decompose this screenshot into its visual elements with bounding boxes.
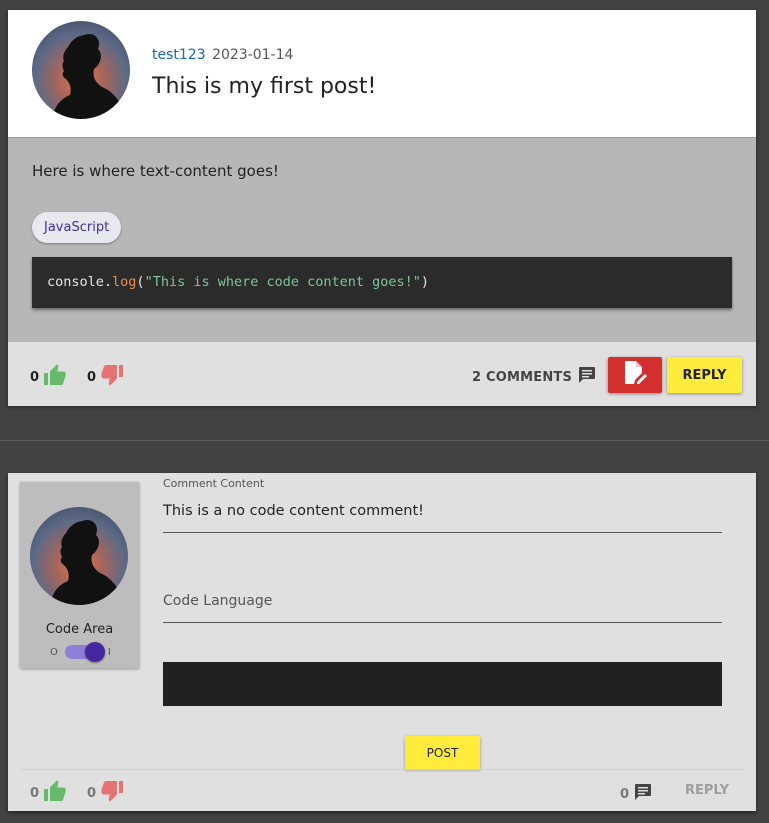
post-comment-button[interactable]: POST	[405, 736, 480, 769]
avatar	[30, 507, 128, 605]
comment-dislike-count: 0	[87, 785, 97, 801]
comment-dislike-button[interactable]: 0	[87, 780, 124, 806]
post-date: 2023-01-14	[212, 47, 294, 63]
thumbs-up-icon	[43, 364, 67, 390]
code-open-paren: (	[136, 274, 145, 290]
dislike-button[interactable]: 0	[87, 364, 124, 390]
footer-divider	[20, 769, 744, 770]
comment-content-underline	[163, 532, 722, 533]
post-meta: test123 2023-01-14	[152, 47, 293, 63]
comments-button[interactable]: 2 COMMENTS	[472, 366, 596, 388]
code-string: "This is where code content goes!"	[144, 274, 421, 290]
thumbs-up-icon	[43, 780, 67, 806]
code-prefix: console.	[47, 274, 113, 290]
thumbs-down-icon	[100, 780, 124, 806]
edit-document-icon	[623, 360, 647, 390]
toggle-on-label: I	[107, 646, 111, 658]
code-block: console.log("This is where code content …	[32, 257, 732, 308]
code-area-label: Code Area	[45, 622, 114, 637]
comment-like-count: 0	[30, 785, 40, 801]
comment-side-panel: Code Area O I	[20, 482, 139, 668]
toggle-track[interactable]	[64, 642, 105, 662]
thumbs-down-icon	[100, 364, 124, 390]
edit-post-button[interactable]	[608, 357, 662, 393]
like-count: 0	[30, 369, 40, 385]
avatar	[32, 21, 130, 119]
toggle-knob[interactable]	[84, 642, 105, 662]
dislike-count: 0	[87, 369, 97, 385]
comment-like-button[interactable]: 0	[30, 780, 67, 806]
reply-button[interactable]: REPLY	[667, 357, 742, 393]
post-header: test123 2023-01-14 This is my first post…	[8, 10, 756, 138]
divider	[0, 440, 769, 441]
comments-label: 2 COMMENTS	[472, 369, 573, 385]
comment-content-input[interactable]: This is a no code content comment!	[163, 503, 424, 519]
code-language-underline	[163, 622, 722, 623]
comment-reply-count[interactable]: 0	[620, 783, 652, 805]
code-function: log	[112, 274, 137, 290]
comment-form-card: Code Area O I Comment Content This is a …	[8, 473, 756, 811]
comment-icon	[578, 366, 596, 388]
post-card: test123 2023-01-14 This is my first post…	[8, 10, 756, 406]
comment-reply-button[interactable]: REPLY	[685, 783, 729, 798]
code-editor[interactable]	[163, 662, 722, 706]
like-button[interactable]: 0	[30, 364, 67, 390]
post-text-content: Here is where text-content goes!	[32, 162, 279, 180]
code-close-paren: )	[420, 274, 430, 290]
reply-count-value: 0	[620, 786, 630, 802]
comment-icon	[634, 783, 652, 805]
language-chip[interactable]: JavaScript	[32, 212, 122, 243]
toggle-off-label: O	[50, 646, 58, 658]
code-language-input[interactable]: Code Language	[163, 593, 272, 609]
post-title: This is my first post!	[152, 74, 377, 99]
author-link[interactable]: test123	[152, 47, 206, 63]
code-area-toggle[interactable]: O I	[50, 642, 111, 662]
comment-content-label: Comment Content	[163, 477, 265, 490]
post-footer: 0 0 2 COMMENTS REPLY	[8, 342, 756, 406]
post-body: Here is where text-content goes! JavaScr…	[8, 138, 756, 342]
